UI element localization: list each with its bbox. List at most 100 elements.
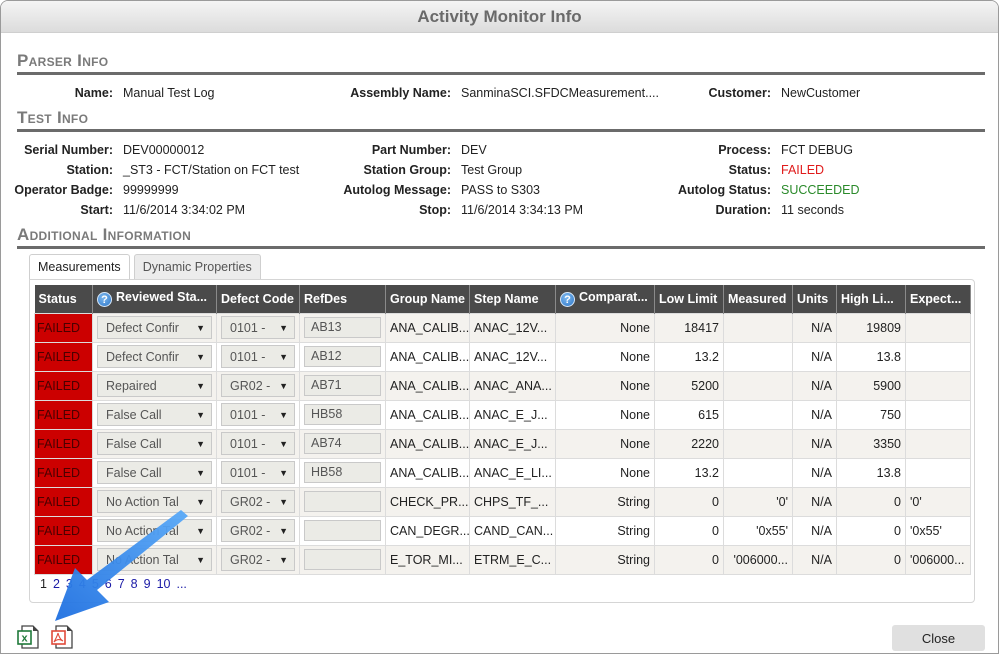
col-header-step-name[interactable]: Step Name <box>469 285 556 313</box>
defect-code-select[interactable]: GR02 - ▼ <box>221 548 295 571</box>
reviewed-status-select[interactable]: No Action Tal ▼ <box>97 519 212 542</box>
reviewed-status-select[interactable]: No Action Tal ▼ <box>97 490 212 513</box>
table-row[interactable]: FAILED False Call ▼ 0101 - ▼ HB58 ANA_CALIB...… <box>34 457 971 488</box>
page-link[interactable]: 3 <box>66 577 73 591</box>
high-limit-cell: 13.8 <box>836 341 906 372</box>
defect-code-select[interactable]: GR02 - ▼ <box>221 519 295 542</box>
page-link[interactable]: 4 <box>79 577 86 591</box>
field-name: Name: Manual Test Log <box>21 83 215 103</box>
col-header-reviewed-status[interactable]: ? Reviewed Sta... <box>92 285 217 313</box>
expected-cell: '0' <box>905 486 971 517</box>
high-limit-cell: 750 <box>836 399 906 430</box>
refdes-input[interactable]: AB13 <box>304 317 381 338</box>
refdes-input[interactable]: AB71 <box>304 375 381 396</box>
reviewed-status-select[interactable]: No Action Tal ▼ <box>97 548 212 571</box>
page-link[interactable]: 7 <box>118 577 125 591</box>
expected-cell: '0x55' <box>905 515 971 546</box>
units-cell: N/A <box>792 312 837 343</box>
refdes-cell: HB58 <box>299 399 386 430</box>
refdes-input[interactable] <box>304 491 381 512</box>
field-label: Stop: <box>419 203 451 217</box>
group-name-cell: ANA_CALIB... <box>385 399 470 430</box>
col-header-high-limit[interactable]: High Li... <box>836 285 906 313</box>
defect-code-select[interactable]: 0101 - ▼ <box>221 403 295 426</box>
table-row[interactable]: FAILED Repaired ▼ GR02 - ▼ AB71 ANA_CALIB... AN… <box>34 370 971 401</box>
help-icon[interactable]: ? <box>560 292 575 308</box>
page-link[interactable]: 1 <box>40 577 47 591</box>
col-header-units[interactable]: Units <box>792 285 837 313</box>
reviewed-status-select[interactable]: Repaired ▼ <box>97 374 212 397</box>
col-header-comparator[interactable]: ? Comparat... <box>555 285 655 313</box>
defect-code-cell: 0101 - ▼ <box>216 457 300 488</box>
page-link[interactable]: 8 <box>131 577 138 591</box>
field-label: Part Number: <box>371 143 451 157</box>
table-row[interactable]: FAILED No Action Tal ▼ GR02 - ▼ CAN_DEGR... CA… <box>34 515 971 546</box>
refdes-input[interactable]: HB58 <box>304 462 381 483</box>
close-button[interactable]: Close <box>892 625 985 651</box>
refdes-cell: AB71 <box>299 370 386 401</box>
reviewed-status-select[interactable]: False Call ▼ <box>97 432 212 455</box>
refdes-input[interactable]: HB58 <box>304 404 381 425</box>
field-value: FCT DEBUG <box>781 143 853 157</box>
page-link[interactable]: ... <box>176 577 186 591</box>
refdes-input[interactable]: AB74 <box>304 433 381 454</box>
col-header-refdes[interactable]: RefDes <box>299 285 386 313</box>
col-header-group-name[interactable]: Group Name <box>385 285 470 313</box>
measured-cell: '006000... <box>723 544 793 575</box>
page-link[interactable]: 10 <box>157 577 171 591</box>
defect-code-select[interactable]: 0101 - ▼ <box>221 316 295 339</box>
step-name-cell: ETRM_E_C... <box>469 544 556 575</box>
activity-monitor-dialog: Activity Monitor Info Parser Info Name: M… <box>0 0 999 654</box>
reviewed-status-cell: Defect Confir ▼ <box>92 341 217 372</box>
reviewed-status-select[interactable]: Defect Confir ▼ <box>97 345 212 368</box>
help-icon[interactable]: ? <box>97 292 112 308</box>
defect-code-select[interactable]: GR02 - ▼ <box>221 374 295 397</box>
reviewed-status-select[interactable]: False Call ▼ <box>97 403 212 426</box>
table-row[interactable]: FAILED False Call ▼ 0101 - ▼ AB74 ANA_CALIB...… <box>34 428 971 459</box>
page-link[interactable]: 9 <box>144 577 151 591</box>
table-row[interactable]: FAILED Defect Confir ▼ 0101 - ▼ AB12 ANA_CALIB… <box>34 341 971 372</box>
excel-icon[interactable]: x <box>17 625 39 649</box>
col-header-defect-code[interactable]: Defect Code <box>216 285 300 313</box>
defect-code-select[interactable]: 0101 - ▼ <box>221 461 295 484</box>
defect-code-select[interactable]: 0101 - ▼ <box>221 432 295 455</box>
table-row[interactable]: FAILED False Call ▼ 0101 - ▼ HB58 ANA_CALIB...… <box>34 399 971 430</box>
reviewed-status-select[interactable]: False Call ▼ <box>97 461 212 484</box>
comparator-cell: String <box>555 515 655 546</box>
dropdown-arrow-icon: ▼ <box>196 380 205 391</box>
field-label: Operator Badge: <box>14 183 113 197</box>
step-name-cell: ANAC_E_LI... <box>469 457 556 488</box>
pdf-icon[interactable] <box>51 625 73 649</box>
page-link[interactable]: 6 <box>105 577 112 591</box>
refdes-input[interactable] <box>304 549 381 570</box>
tab-dynamic-properties[interactable]: Dynamic Properties <box>133 254 261 280</box>
defect-code-select[interactable]: GR02 - ▼ <box>221 490 295 513</box>
tab-measurements[interactable]: Measurements <box>29 254 130 281</box>
step-name-cell: CAND_CAN... <box>469 515 556 546</box>
refdes-cell <box>299 544 386 575</box>
dropdown-arrow-icon: ▼ <box>279 322 288 333</box>
col-header-low-limit[interactable]: Low Limit <box>654 285 724 313</box>
table-row[interactable]: FAILED No Action Tal ▼ GR02 - ▼ E_TOR_MI... ET… <box>34 544 971 575</box>
table-row[interactable]: FAILED No Action Tal ▼ GR02 - ▼ CHECK_PR... CH… <box>34 486 971 517</box>
status-cell: FAILED <box>34 370 93 401</box>
refdes-input[interactable] <box>304 520 381 541</box>
reviewed-status-select[interactable]: Defect Confir ▼ <box>97 316 212 339</box>
select-value: No Action Tal <box>106 494 179 509</box>
low-limit-cell: 615 <box>654 399 724 430</box>
col-header-expected[interactable]: Expect... <box>905 285 971 313</box>
col-header-label: Reviewed Sta... <box>116 290 208 305</box>
dropdown-arrow-icon: ▼ <box>196 322 205 333</box>
field-assembly-name: Assembly Name: SanminaSCI.SFDCMeasurement… <box>331 83 659 103</box>
page-link[interactable]: 2 <box>53 577 60 591</box>
table-row[interactable]: FAILED Defect Confir ▼ 0101 - ▼ AB13 ANA_CALIB… <box>34 312 971 343</box>
expected-cell: '006000... <box>905 544 971 575</box>
reviewed-status-cell: Repaired ▼ <box>92 370 217 401</box>
col-header-status[interactable]: Status <box>34 285 93 313</box>
page-link[interactable]: 5 <box>92 577 99 591</box>
pagination: 1 2 3 4 5 6 7 8 9 10... <box>40 577 193 591</box>
col-header-measured[interactable]: Measured <box>723 285 793 313</box>
defect-code-select[interactable]: 0101 - ▼ <box>221 345 295 368</box>
refdes-input[interactable]: AB12 <box>304 346 381 367</box>
low-limit-cell: 0 <box>654 486 724 517</box>
